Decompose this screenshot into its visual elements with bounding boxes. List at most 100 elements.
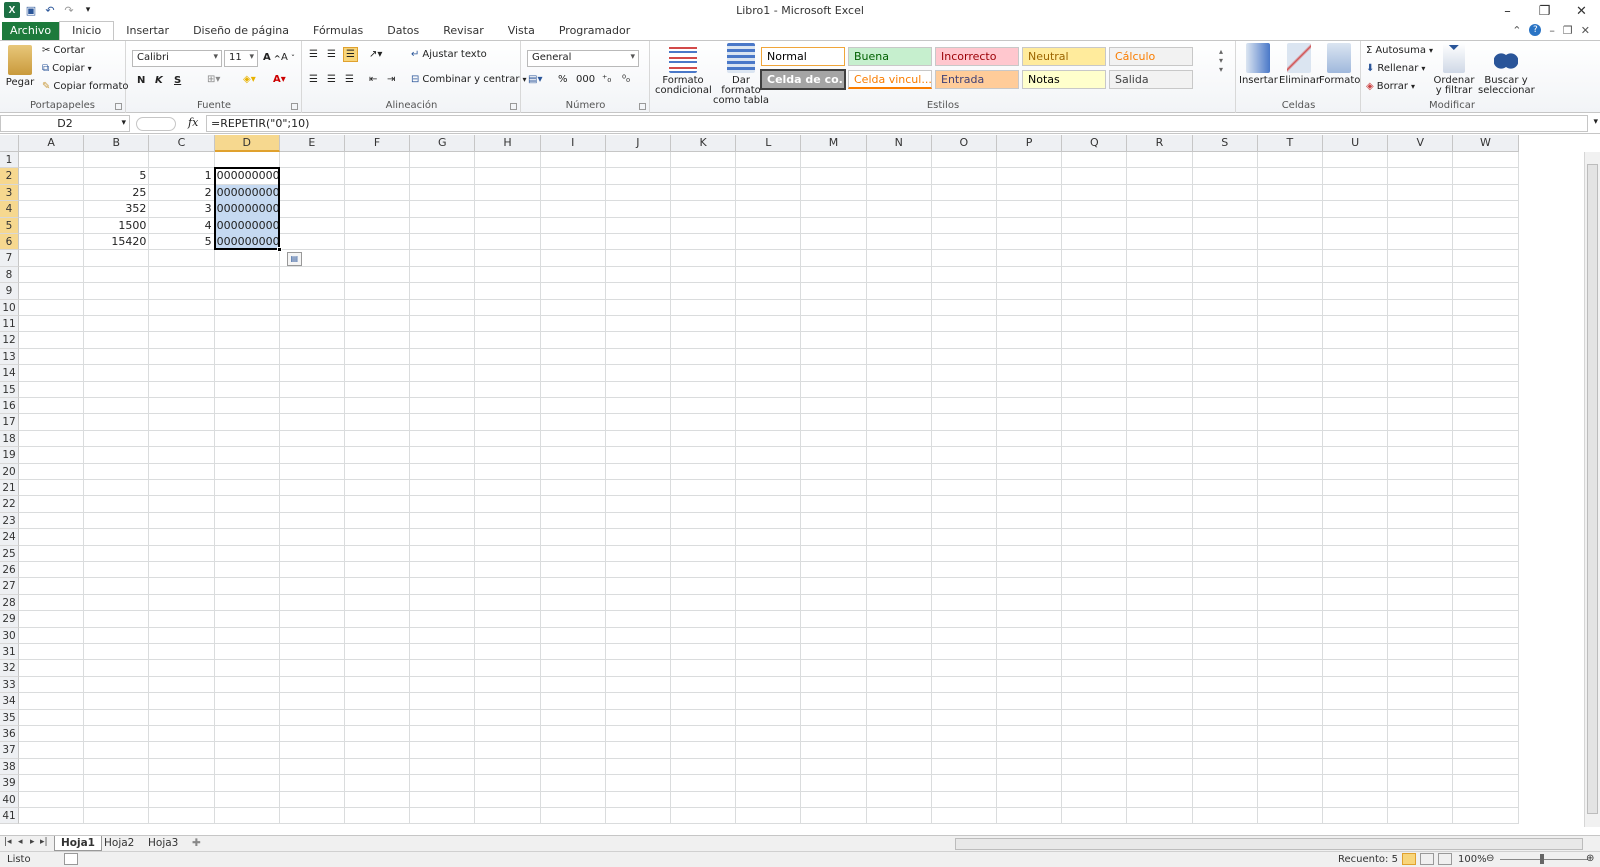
row-header[interactable]: 6 [0,234,19,251]
row-header[interactable]: 35 [0,709,19,726]
zoom-slider[interactable] [1500,859,1588,860]
row-header[interactable]: 30 [0,627,19,644]
cell-b5[interactable]: 1500 [84,218,148,234]
decrease-indent-icon[interactable]: ⇤ [369,74,377,85]
italic-button[interactable]: K [155,75,163,86]
align-right-icon[interactable]: ☰ [345,74,354,85]
row-header[interactable]: 15 [0,381,19,398]
align-center-icon[interactable]: ☰ [327,74,336,85]
page-break-icon[interactable] [1438,853,1452,865]
row-header[interactable]: 34 [0,693,19,710]
row-header[interactable]: 22 [0,496,19,513]
align-bottom-icon[interactable]: ☰ [343,47,358,62]
conditional-format-button[interactable]: Formato condicional [655,43,712,96]
zoom-slider-thumb[interactable] [1540,854,1544,864]
column-header[interactable]: A [19,135,85,152]
bold-button[interactable]: N [137,75,145,86]
column-header[interactable]: C [149,135,215,152]
align-middle-icon[interactable]: ☰ [327,49,336,60]
cell-c6[interactable]: 5 [149,234,213,250]
tab-1[interactable]: Inicio [59,21,115,40]
page-layout-icon[interactable] [1420,853,1434,865]
column-header[interactable]: E [279,135,345,152]
cell-style-2[interactable]: Incorrecto [935,47,1019,66]
row-header[interactable]: 25 [0,545,19,562]
wrap-text-button[interactable]: ↵ Ajustar texto [411,49,487,60]
column-header[interactable]: S [1192,135,1258,152]
row-header[interactable]: 10 [0,299,19,316]
cell-c2[interactable]: 1 [149,168,213,184]
row-header[interactable]: 11 [0,316,19,333]
window-restore-icon[interactable]: ❐ [1563,24,1573,37]
cell-style-7[interactable]: Entrada [935,70,1019,89]
column-header[interactable]: Q [1062,135,1128,152]
vertical-scrollbar[interactable] [1584,152,1600,827]
row-header[interactable]: 7 [0,250,19,267]
zoom-out-icon[interactable]: ⊖ [1486,853,1494,864]
insert-cells-button[interactable]: Insertar [1239,43,1278,86]
row-header[interactable]: 20 [0,463,19,480]
paste-button[interactable]: Pegar [4,45,36,88]
tab-6[interactable]: Revisar [431,22,495,40]
close-button[interactable]: ✕ [1563,0,1600,22]
cell-style-8[interactable]: Notas [1022,70,1106,89]
zoom-in-icon[interactable]: ⊕ [1586,853,1594,864]
row-header[interactable]: 9 [0,283,19,300]
percent-button[interactable]: % [558,74,568,85]
cell-b2[interactable]: 5 [84,168,148,184]
format-cells-button[interactable]: Formato [1319,43,1360,86]
row-header[interactable]: 27 [0,578,19,595]
column-header[interactable]: V [1388,135,1454,152]
column-header[interactable]: T [1257,135,1323,152]
last-sheet-icon[interactable]: ▸| [40,837,48,847]
fill-handle[interactable] [276,247,282,253]
cell-style-5[interactable]: Celda de co... [760,69,846,90]
sheet-tab-1[interactable]: Hoja1 [54,836,102,851]
new-sheet-icon[interactable]: ✚ [186,836,207,851]
clear-button[interactable]: ◈ Borrar ▾ [1366,81,1415,92]
formula-bar-expander[interactable] [136,117,176,131]
row-header[interactable]: 28 [0,594,19,612]
column-header[interactable]: B [84,135,150,152]
cell-style-4[interactable]: Cálculo [1109,47,1193,66]
copy-button[interactable]: ⧉ Copiar ▾ [42,63,92,74]
decrease-decimal-icon[interactable]: ⁰₀ [622,74,630,85]
help-icon[interactable]: ? [1529,24,1542,36]
row-header[interactable]: 2 [0,168,19,185]
worksheet-grid[interactable]: A B C D E F G H I J K L M N O P Q R S T U V W 1 2 3 4 5 6 7 8 9 10 11 12 13… [0,135,1600,835]
fill-color-icon[interactable]: ◈▾ [243,74,256,85]
column-header[interactable]: G [410,135,476,152]
row-header[interactable]: 26 [0,562,19,579]
font-color-icon[interactable]: A▾ [273,74,286,85]
column-header[interactable]: U [1323,135,1389,152]
row-header[interactable]: 41 [0,808,19,825]
autofill-options-icon[interactable]: ▤ [286,252,302,267]
row-header[interactable]: 29 [0,611,19,628]
shrink-font-icon[interactable]: Aˇ [281,52,295,63]
formula-input[interactable]: =REPETIR("0";10) [206,115,1588,132]
tab-0[interactable]: Archivo [2,22,60,40]
column-header[interactable]: F [345,135,411,152]
clipboard-launcher[interactable] [115,103,122,110]
sheet-tab-3[interactable]: Hoja3 [142,836,184,851]
row-header[interactable]: 39 [0,775,19,792]
cell-b3[interactable]: 25 [84,185,148,201]
row-header[interactable]: 14 [0,365,19,382]
insert-function-icon[interactable]: fx [188,116,198,129]
tab-2[interactable]: Insertar [114,22,181,40]
normal-view-icon[interactable] [1402,853,1416,865]
column-header[interactable]: O [931,135,997,152]
tab-3[interactable]: Diseño de página [181,22,301,40]
increase-decimal-icon[interactable]: ⁺₀ [602,74,611,85]
column-header[interactable]: D [214,135,280,152]
row-header[interactable]: 37 [0,742,19,759]
column-header[interactable]: K [671,135,737,152]
next-sheet-icon[interactable]: ▸ [30,837,35,847]
tab-8[interactable]: Programador [547,22,642,40]
column-header[interactable]: H [475,135,541,152]
row-header[interactable]: 17 [0,414,19,431]
vertical-scroll-thumb[interactable] [1587,164,1598,814]
number-launcher[interactable] [639,103,646,110]
row-header[interactable]: 21 [0,480,19,497]
sort-filter-button[interactable]: ⏷ Ordenar y filtrar [1432,41,1476,96]
